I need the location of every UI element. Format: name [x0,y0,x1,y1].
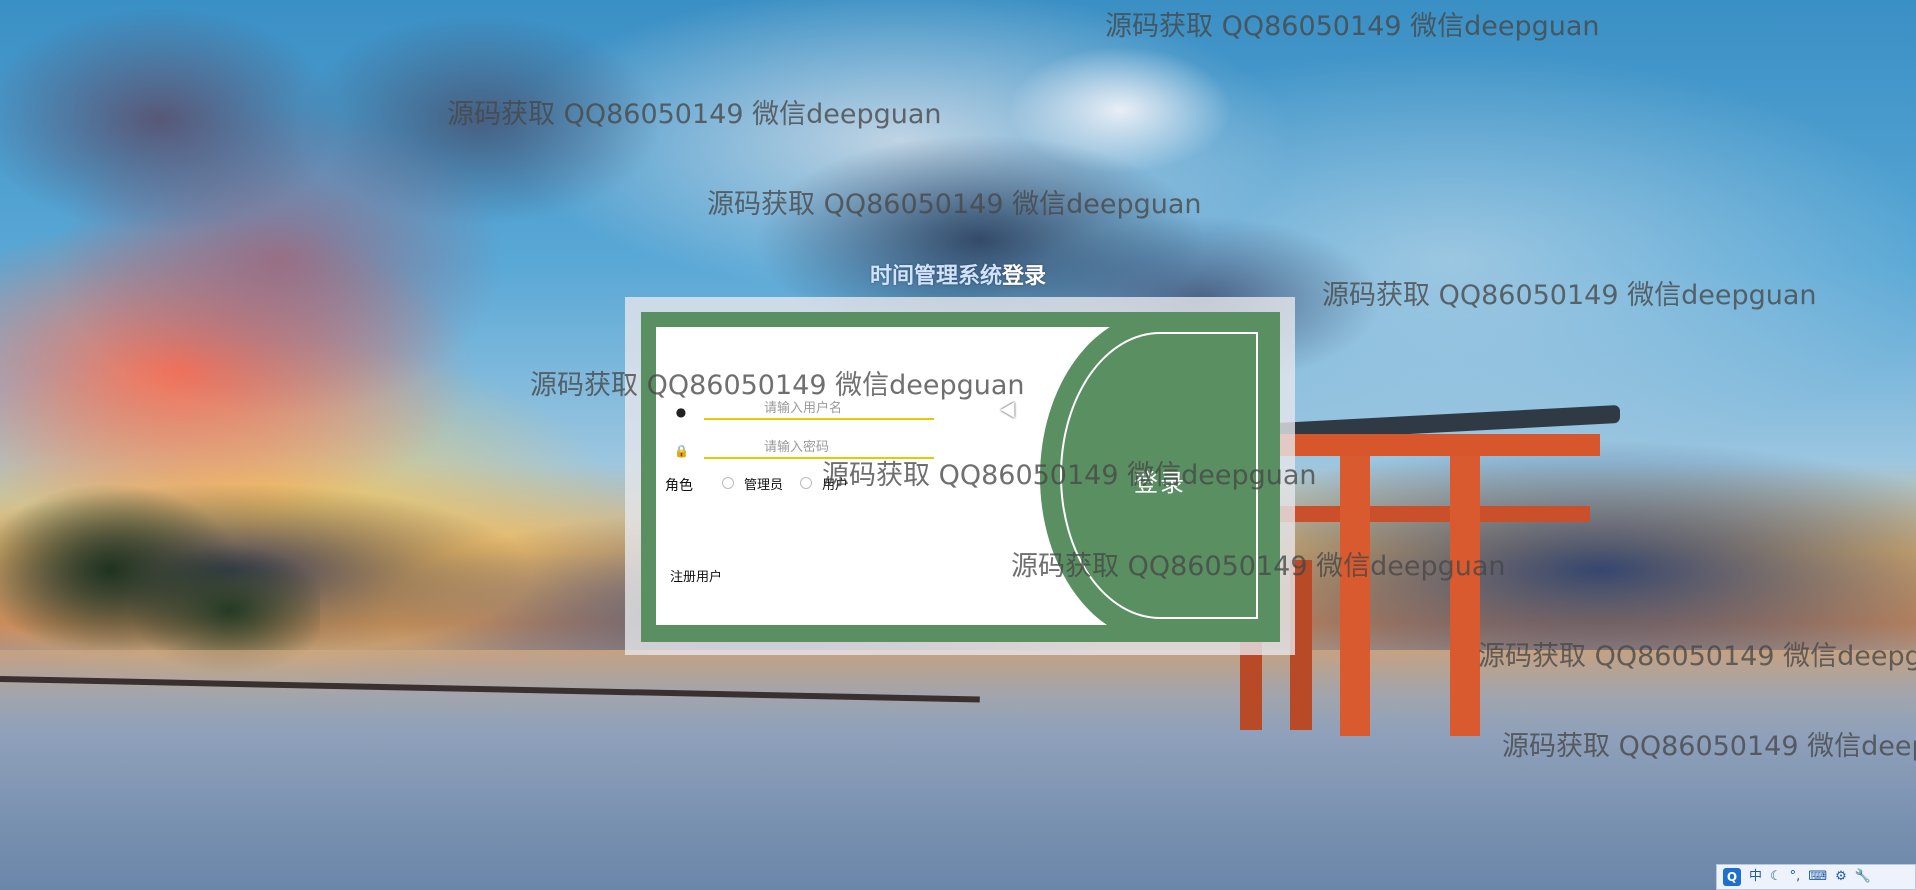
password-input[interactable] [704,437,934,459]
role-option-user-label: 用户 [822,478,849,493]
login-button[interactable]: 登录 [1110,455,1210,505]
wrench-icon[interactable]: 🔧 [1855,868,1871,886]
page-title-login: 登录 [1002,263,1047,289]
keyboard-icon[interactable]: ⌨ [1808,868,1827,886]
register-link[interactable]: 注册用户 [670,566,722,585]
toolbox-icon[interactable]: ⚙ [1835,868,1847,886]
ime-logo-icon[interactable]: Q [1723,868,1741,886]
role-option-admin-label: 管理员 [744,478,784,493]
ime-toolbar: Q 中 ☾ °, ⌨ ⚙ 🔧 [1716,864,1916,890]
ime-mode-toggle[interactable]: 中 [1749,868,1762,886]
role-radio-user[interactable] [800,477,812,489]
role-label: 角色 [665,478,693,494]
lock-icon: 🔒 [674,444,689,458]
role-radio-admin[interactable] [722,477,734,489]
moon-icon[interactable]: ☾ [1770,868,1782,886]
page-title-system: 时间管理系统 [869,263,1002,289]
page-title: 时间管理系统登录 [0,258,1916,290]
background-trees [0,460,320,680]
user-icon: ● [675,405,687,419]
punctuation-icon[interactable]: °, [1790,868,1801,886]
username-input[interactable] [704,398,934,420]
